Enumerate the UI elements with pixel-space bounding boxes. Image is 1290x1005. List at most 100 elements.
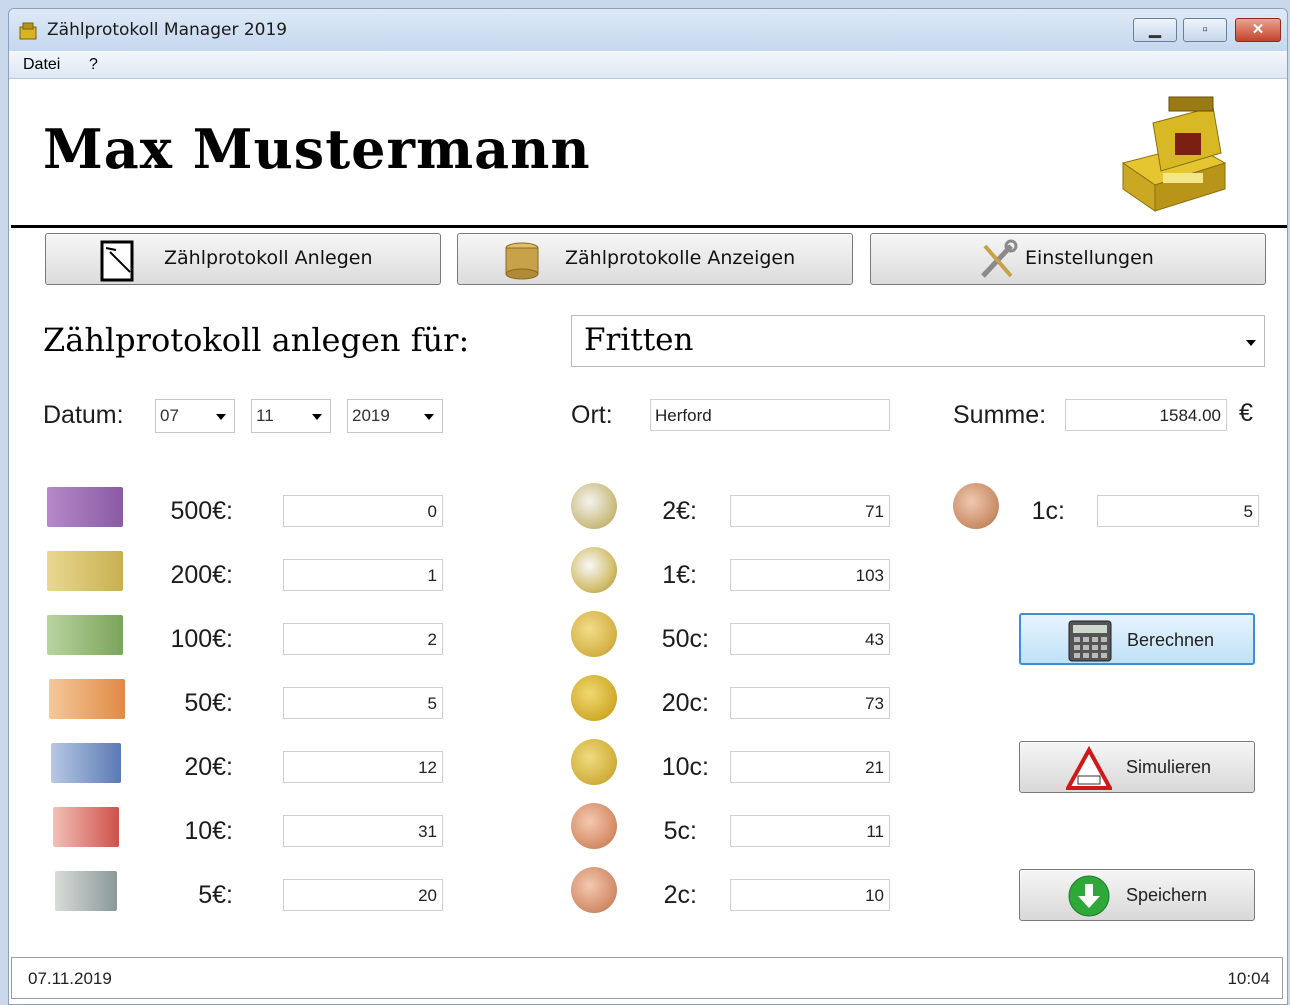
coin-1-euro-value: 103: [855, 566, 884, 585]
note-500-field[interactable]: 0: [283, 495, 443, 527]
note-5-value: 20: [418, 886, 437, 905]
save-button[interactable]: Speichern: [1019, 869, 1255, 921]
coin-stack-icon: [505, 242, 539, 280]
note-100-field[interactable]: 2: [283, 623, 443, 655]
note-100-label: 100€:: [170, 625, 233, 653]
note-200-field[interactable]: 1: [283, 559, 443, 591]
cash-register-icon: [19, 22, 37, 40]
coin-1-euro-label: 1€:: [662, 561, 697, 589]
settings-label: Einstellungen: [1025, 247, 1154, 269]
user-name-heading: Max Mustermann: [43, 117, 591, 181]
save-label: Speichern: [1126, 885, 1208, 905]
day-dropdown-value: 07: [160, 406, 179, 425]
coin-10-cent-value: 21: [865, 758, 884, 777]
settings-button[interactable]: Einstellungen: [870, 233, 1266, 285]
coin-2-cent-value: 10: [865, 886, 884, 905]
currency-symbol: €: [1239, 399, 1253, 427]
menu-file[interactable]: Datei: [23, 56, 60, 74]
chevron-down-icon: [424, 414, 434, 420]
note-50-value: 5: [427, 694, 437, 713]
note-10-field[interactable]: 31: [283, 815, 443, 847]
menu-bar: Datei ?: [9, 51, 1287, 79]
show-protocols-label: Zählprotokolle Anzeigen: [565, 247, 796, 269]
simulate-label: Simulieren: [1126, 757, 1212, 777]
coin-10-cent-field[interactable]: 21: [730, 751, 890, 783]
month-dropdown[interactable]: 11: [251, 399, 331, 433]
create-for-label: Zählprotokoll anlegen für:: [43, 321, 470, 359]
sum-field-value: 1584.00: [1159, 406, 1221, 425]
minimize-button[interactable]: ▁: [1133, 18, 1177, 42]
coin-2-cent-field[interactable]: 10: [730, 879, 890, 911]
note-500-value: 0: [427, 502, 437, 521]
status-time: 10:04: [1227, 969, 1270, 988]
coin-20-cent-field[interactable]: 73: [730, 687, 890, 719]
calculator-icon: [1068, 620, 1112, 662]
coin-20-cent-value: 73: [865, 694, 884, 713]
coin-2-euro-field[interactable]: 71: [730, 495, 890, 527]
window-title: Zählprotokoll Manager 2019: [47, 20, 288, 40]
title-bar: Zählprotokoll Manager 2019 ▁ ▫ ✕: [9, 9, 1287, 51]
coin-2-euro-label: 2€:: [662, 497, 697, 525]
note-20-field[interactable]: 12: [283, 751, 443, 783]
place-label: Ort:: [571, 401, 613, 429]
coin-1-euro-field[interactable]: 103: [730, 559, 890, 591]
day-dropdown[interactable]: 07: [155, 399, 235, 433]
sum-label: Summe:: [953, 401, 1047, 429]
coin-50-cent-field[interactable]: 43: [730, 623, 890, 655]
status-date: 07.11.2019: [28, 969, 112, 988]
place-field[interactable]: Herford: [650, 399, 890, 431]
coin-5-cent-label: 5c:: [663, 817, 697, 845]
close-button[interactable]: ✕: [1235, 18, 1281, 42]
coin-1-cent-label: 1c:: [1031, 497, 1065, 525]
calculate-label: Berechnen: [1127, 630, 1215, 650]
note-50-label: 50€:: [184, 689, 233, 717]
create-protocol-button[interactable]: Zählprotokoll Anlegen: [45, 233, 441, 285]
note-5-field[interactable]: 20: [283, 879, 443, 911]
note-10-value: 31: [418, 822, 437, 841]
status-bar: 07.11.2019 10:04: [11, 957, 1283, 999]
simulate-button[interactable]: Simulieren: [1019, 741, 1255, 793]
banknote-50-icon: [49, 679, 125, 719]
show-protocols-button[interactable]: Zählprotokolle Anzeigen: [457, 233, 853, 285]
note-5-label: 5€:: [198, 881, 233, 909]
place-field-value: Herford: [655, 406, 712, 425]
note-200-label: 200€:: [170, 561, 233, 589]
download-arrow-icon: [1068, 875, 1110, 917]
maximize-icon: ▫: [1202, 21, 1208, 38]
target-dropdown[interactable]: Fritten: [571, 315, 1265, 367]
minimize-icon: ▁: [1149, 21, 1161, 38]
note-200-value: 1: [427, 566, 437, 585]
coin-20-cent-icon: [571, 675, 617, 721]
header-divider: [11, 225, 1287, 228]
coin-1-cent-value: 5: [1243, 502, 1253, 521]
coin-5-cent-field[interactable]: 11: [730, 815, 890, 847]
coin-50-cent-value: 43: [865, 630, 884, 649]
coin-5-cent-value: 11: [866, 822, 884, 841]
banknote-200-icon: [47, 551, 123, 591]
calculate-button[interactable]: Berechnen: [1019, 613, 1255, 665]
chevron-down-icon: [1246, 340, 1256, 346]
maximize-button[interactable]: ▫: [1183, 18, 1227, 42]
note-50-field[interactable]: 5: [283, 687, 443, 719]
year-dropdown-value: 2019: [352, 406, 390, 425]
coin-2-cent-label: 2c:: [663, 881, 697, 909]
coin-1-cent-field[interactable]: 5: [1097, 495, 1259, 527]
coin-50-cent-label: 50c:: [661, 625, 709, 653]
cash-register-image: [1121, 96, 1227, 212]
target-dropdown-value: Fritten: [584, 322, 694, 358]
banknote-100-icon: [47, 615, 123, 655]
menu-help[interactable]: ?: [89, 56, 98, 74]
date-label: Datum:: [43, 401, 124, 429]
year-dropdown[interactable]: 2019: [347, 399, 443, 433]
create-protocol-label: Zählprotokoll Anlegen: [164, 247, 373, 269]
note-20-label: 20€:: [184, 753, 233, 781]
coin-2-euro-value: 71: [865, 502, 884, 521]
sum-field[interactable]: 1584.00: [1065, 399, 1227, 431]
app-window: Zählprotokoll Manager 2019 ▁ ▫ ✕ Datei ?…: [8, 8, 1288, 1005]
banknote-20-icon: [51, 743, 121, 783]
month-dropdown-value: 11: [256, 406, 274, 425]
note-20-value: 12: [418, 758, 437, 777]
chevron-down-icon: [216, 414, 226, 420]
coin-10-cent-label: 10c:: [661, 753, 709, 781]
coin-20-cent-label: 20c:: [661, 689, 709, 717]
